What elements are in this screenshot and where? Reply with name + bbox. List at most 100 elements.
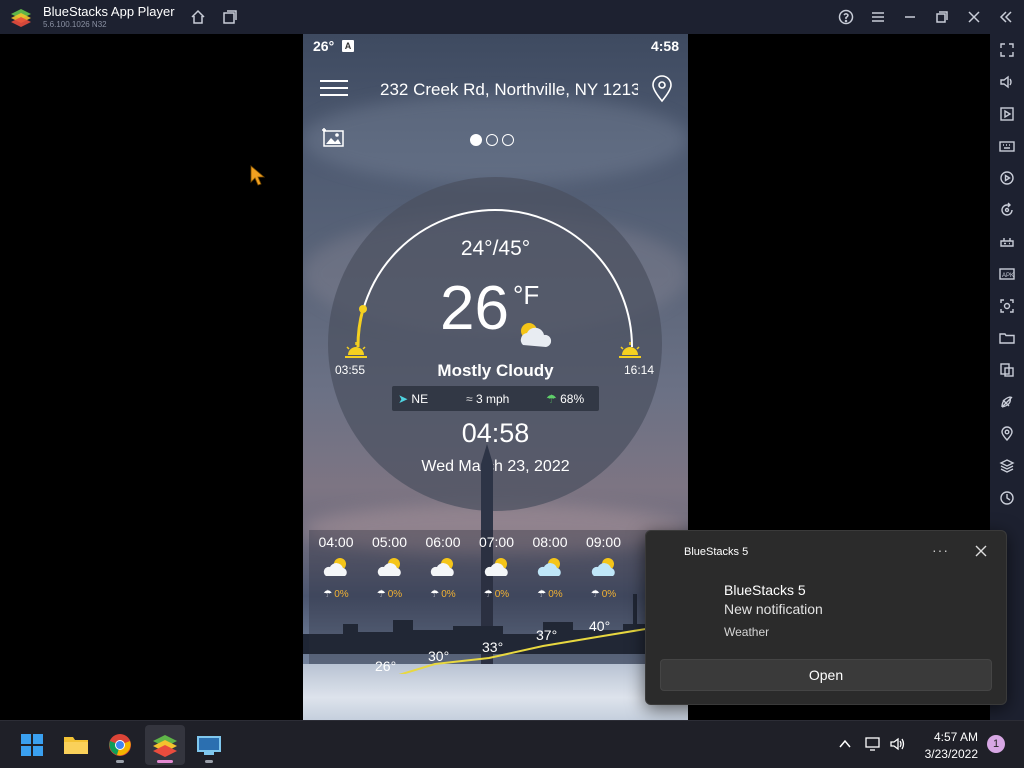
- current-temperature: 26: [440, 274, 509, 343]
- graph-temp-label: 30°: [428, 648, 450, 664]
- toast-attribution: Weather: [724, 625, 770, 639]
- partly-cloudy-icon: [323, 558, 347, 576]
- windows-start-icon[interactable]: [12, 725, 52, 765]
- app-version: 5.6.100.1026 N32: [43, 20, 107, 29]
- keyboard-icon[interactable]: [999, 138, 1015, 154]
- graph-temp-label: 37°: [536, 627, 558, 643]
- hourly-item: 07:00 ☂ 0%: [470, 530, 524, 600]
- hourly-time: 05:00: [371, 534, 408, 550]
- status-notification-icon: A: [342, 40, 354, 52]
- chrome-icon[interactable]: [100, 725, 140, 765]
- minimize-icon[interactable]: [900, 7, 920, 27]
- collapse-icon[interactable]: [996, 7, 1016, 27]
- page-indicator[interactable]: [470, 134, 514, 146]
- hourly-time: 06:00: [425, 534, 461, 550]
- hamburger-menu-icon[interactable]: [320, 80, 348, 100]
- multi-instance-icon[interactable]: [220, 7, 240, 27]
- eco-mode-icon[interactable]: [999, 394, 1015, 410]
- location-icon[interactable]: [999, 426, 1015, 442]
- hourly-item: 06:00 ☂ 0%: [416, 530, 470, 600]
- folder-icon[interactable]: [999, 330, 1015, 346]
- multi-instance-manager-icon[interactable]: [999, 362, 1015, 378]
- gamepad-icon[interactable]: [999, 234, 1015, 250]
- status-time: 4:58: [650, 38, 679, 54]
- partly-cloudy-icon: [591, 558, 615, 576]
- app-title: BlueStacks App Player: [43, 4, 175, 19]
- wind-speed: ≈ 3 mph: [466, 392, 510, 406]
- rotate-icon[interactable]: [999, 202, 1015, 218]
- graph-temp-label: 33°: [482, 639, 504, 655]
- toast-title: BlueStacks 5: [724, 582, 806, 598]
- status-temperature: 26°: [313, 38, 335, 54]
- taskbar-date[interactable]: 3/23/2022: [914, 747, 978, 761]
- sunrise-icon: [345, 342, 367, 358]
- hourly-time: 04:00: [318, 534, 354, 550]
- close-icon[interactable]: [964, 7, 984, 27]
- apk-icon[interactable]: APK: [999, 266, 1015, 282]
- hourly-item: 08:00 ☂ 0%: [523, 530, 577, 600]
- bluestacks-multi-instance-icon[interactable]: [189, 725, 229, 765]
- high-low-temperature: 24°/45°: [460, 237, 531, 260]
- wind-humidity-bar: ➤ NE ≈ 3 mph ☂ 68%: [392, 386, 599, 411]
- wind-direction: ➤ NE: [398, 392, 429, 406]
- hourly-item: 04:00 ☂ 0%: [309, 530, 363, 600]
- temperature-unit[interactable]: °F: [513, 280, 539, 311]
- file-explorer-icon[interactable]: [56, 725, 96, 765]
- taskbar-time[interactable]: 4:57 AM: [922, 730, 978, 744]
- location-address[interactable]: 232 Creek Rd, Northville, NY 1213: [380, 80, 638, 100]
- wind-arrow-icon: ➤: [398, 392, 409, 406]
- restore-icon[interactable]: [932, 7, 952, 27]
- play-icon[interactable]: [999, 106, 1015, 122]
- graph-temp-label: 26°: [375, 658, 397, 674]
- toast-app-name: BlueStacks 5: [684, 546, 749, 558]
- hourly-time: 09:00: [585, 534, 622, 550]
- sunset-time: 16:14: [624, 363, 655, 377]
- notification-toast[interactable]: BlueStacks 5 ··· BlueStacks 5 New notifi…: [645, 530, 1007, 705]
- bluestacks-icon[interactable]: [145, 725, 185, 765]
- current-time: 04:58: [461, 418, 530, 448]
- volume-icon[interactable]: [999, 74, 1015, 90]
- windows-taskbar: 4:57 AM 3/23/2022: [0, 720, 1024, 768]
- title-bar: BlueStacks App Player 5.6.100.1026 N32: [0, 0, 1024, 34]
- toast-open-button[interactable]: Open: [660, 659, 992, 691]
- temperature-graph: [398, 621, 688, 674]
- menu-icon[interactable]: [868, 7, 888, 27]
- more-options-icon[interactable]: ···: [932, 542, 949, 558]
- android-status-bar: 26° A 4:58: [303, 34, 688, 58]
- page-dot[interactable]: [486, 134, 498, 146]
- fullscreen-icon[interactable]: [999, 42, 1015, 58]
- bluestacks-logo-icon: [11, 9, 31, 27]
- sunrise-time: 03:55: [335, 363, 366, 377]
- mouse-cursor-icon: [250, 165, 266, 186]
- partly-cloudy-icon: [377, 558, 401, 576]
- partly-cloudy-icon: [537, 558, 561, 576]
- macro-icon[interactable]: [999, 170, 1015, 186]
- sunset-icon: [619, 342, 641, 358]
- page-dot-active[interactable]: [470, 134, 482, 146]
- android-screen: 26° A 4:58 232 Creek Rd, Northville, NY …: [303, 34, 688, 720]
- partly-cloudy-icon: [430, 558, 454, 576]
- umbrella-icon: ☂: [546, 392, 557, 406]
- notification-badge[interactable]: 1: [987, 735, 1005, 753]
- graph-temp-label: 40°: [589, 618, 611, 634]
- layers-icon[interactable]: [999, 458, 1015, 474]
- hourly-item: 05:00 ☂ 0%: [363, 530, 417, 600]
- hourly-time: 07:00: [478, 534, 515, 550]
- svg-text:APK: APK: [1002, 273, 1014, 279]
- current-date: Wed March 23, 2022: [421, 458, 570, 475]
- location-pin-icon[interactable]: [651, 75, 673, 103]
- speaker-icon[interactable]: [889, 736, 907, 752]
- partly-cloudy-icon: [484, 558, 508, 576]
- screenshot-icon[interactable]: [999, 298, 1015, 314]
- hourly-time: 08:00: [532, 534, 568, 550]
- home-icon[interactable]: [188, 7, 208, 27]
- network-icon[interactable]: [864, 736, 882, 752]
- humidity: ☂ 68%: [546, 392, 585, 406]
- settings-sync-icon[interactable]: [999, 490, 1015, 506]
- page-dot[interactable]: [502, 134, 514, 146]
- toast-close-icon[interactable]: [974, 544, 988, 558]
- background-photo-icon[interactable]: [322, 126, 346, 148]
- help-icon[interactable]: [836, 7, 856, 27]
- wind-icon: ≈: [466, 392, 473, 406]
- chevron-up-icon[interactable]: [838, 738, 852, 750]
